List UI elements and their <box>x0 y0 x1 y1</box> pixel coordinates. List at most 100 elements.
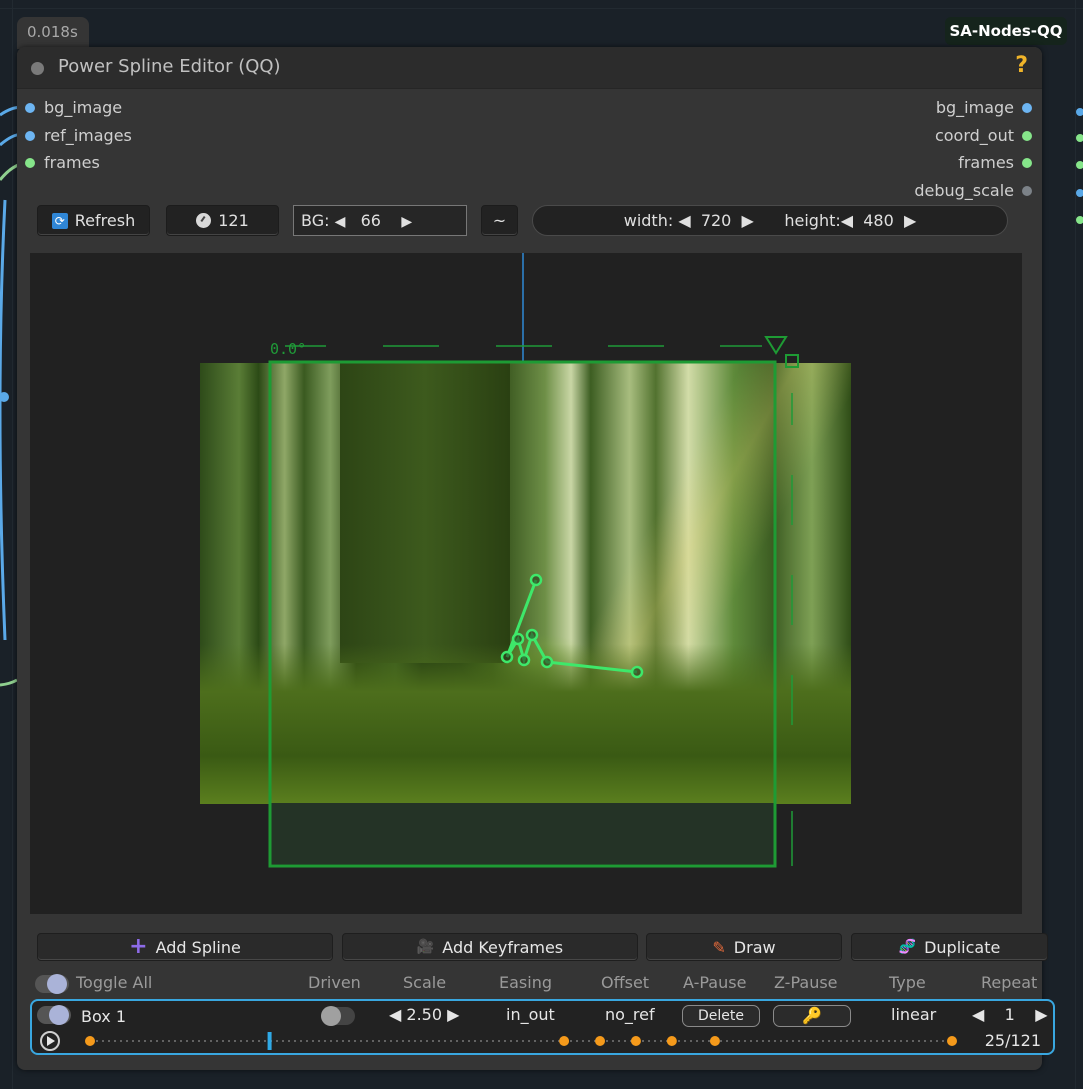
spline-control-point[interactable] <box>517 653 531 667</box>
spline-path[interactable] <box>500 573 644 679</box>
keyframe-marker[interactable] <box>85 1036 95 1046</box>
spline-canvas[interactable]: 0.0° <box>30 253 1022 914</box>
bg-value: 66 <box>360 211 381 230</box>
power-spline-editor-node[interactable]: Power Spline Editor (QQ) ? bg_image ref_… <box>17 47 1055 1070</box>
gauge-icon <box>196 213 212 228</box>
slot-dot-icon[interactable] <box>25 131 35 141</box>
refresh-icon: ⟳ <box>51 212 68 229</box>
spline-name[interactable]: Box 1 <box>81 1007 126 1026</box>
increment-arrow-icon[interactable]: ▶ <box>401 214 412 230</box>
tilde-button[interactable]: ~ <box>481 205 518 236</box>
draw-label: Draw <box>733 937 776 957</box>
playhead[interactable] <box>267 1032 272 1050</box>
height-increment-icon[interactable]: ▶ <box>904 211 916 230</box>
keyframe-marker[interactable] <box>709 1036 720 1046</box>
keyframe-marker[interactable] <box>666 1036 677 1046</box>
add-spline-label: Add Spline <box>155 937 241 957</box>
play-icon[interactable] <box>40 1031 60 1051</box>
delete-button[interactable]: Delete <box>682 1005 760 1027</box>
toggle-knob <box>47 974 67 994</box>
slot-label: bg_image <box>44 98 123 117</box>
spline-control-point[interactable] <box>500 650 514 664</box>
driven-header: Driven <box>308 973 361 992</box>
refresh-button[interactable]: ⟳ Refresh <box>37 205 150 236</box>
easing-header: Easing <box>499 973 552 992</box>
slot-dot-icon[interactable] <box>1022 131 1032 141</box>
width-increment-icon[interactable]: ▶ <box>742 211 754 230</box>
add-keyframes-button[interactable]: 🎥 Add Keyframes <box>342 933 638 961</box>
slot-dot-icon[interactable] <box>1022 186 1032 196</box>
frame-count-button[interactable]: 121 <box>166 205 279 236</box>
frame-count-value: 121 <box>218 211 249 230</box>
height-decrement-icon[interactable]: ◀ <box>841 211 853 230</box>
keyframe-marker[interactable] <box>630 1036 641 1046</box>
slot-dot-icon[interactable] <box>25 103 35 113</box>
camera-icon: 🎥 <box>416 939 435 955</box>
offset-select[interactable]: no_ref <box>605 1005 655 1024</box>
tilde-label: ~ <box>492 211 507 230</box>
spline-control-point[interactable] <box>529 573 543 587</box>
repeat-increment-icon[interactable]: ▶ <box>1035 1005 1047 1024</box>
execution-time-tab: 0.018s <box>17 17 89 49</box>
scale-value[interactable]: 2.50 <box>406 1005 442 1024</box>
input-slot-bg-image[interactable]: bg_image <box>25 98 122 118</box>
easing-select[interactable]: in_out <box>506 1005 555 1024</box>
driven-switch[interactable] <box>321 1006 355 1026</box>
node-header[interactable]: Power Spline Editor (QQ) ? <box>17 47 1042 89</box>
decrement-arrow-icon[interactable]: ◀ <box>335 214 346 230</box>
type-header: Type <box>889 973 926 992</box>
keyframe-button[interactable]: 🔑 <box>773 1005 851 1027</box>
output-slot-frames[interactable]: frames <box>958 153 1032 173</box>
output-slot-bg-image[interactable]: bg_image <box>936 98 1032 118</box>
add-spline-button[interactable]: + Add Spline <box>37 933 333 961</box>
slot-dot-icon[interactable] <box>1022 158 1032 168</box>
input-slot-frames[interactable]: frames <box>25 153 100 173</box>
toggle-all-switch[interactable] <box>35 974 69 994</box>
keyframe-marker[interactable] <box>595 1036 606 1046</box>
type-select[interactable]: linear <box>891 1005 936 1024</box>
bg-opacity-field[interactable]: BG: ◀ 66 ▶ <box>293 205 467 236</box>
width-value[interactable]: 720 <box>701 211 732 230</box>
spline-row[interactable]: Box 1 ◀ 2.50 ▶ in_out no_ref Delete 🔑 li… <box>30 999 1055 1055</box>
keyframe-marker[interactable] <box>559 1036 570 1046</box>
timeline-track[interactable] <box>82 1031 962 1051</box>
spline-control-point[interactable] <box>630 665 644 679</box>
key-icon: 🔑 <box>802 1006 822 1025</box>
rotate-handle-icon[interactable] <box>764 336 788 355</box>
height-label: height: <box>784 211 841 230</box>
dimensions-field[interactable]: width: ◀ 720 ▶ height:◀ 480 ▶ <box>532 205 1008 236</box>
bg-label: BG: <box>301 211 330 230</box>
repeat-control[interactable]: ◀ 1 ▶ <box>972 1005 1048 1024</box>
slot-dot-icon[interactable] <box>25 158 35 168</box>
slot-label: coord_out <box>934 126 1014 145</box>
collapse-dot[interactable] <box>31 62 44 75</box>
spline-control-point[interactable] <box>540 655 554 669</box>
spline-control-point[interactable] <box>511 632 525 646</box>
group-badge[interactable]: SA-Nodes-QQ <box>945 17 1067 45</box>
spline-control-point[interactable] <box>525 628 539 642</box>
help-icon[interactable]: ? <box>1015 53 1028 78</box>
duplicate-button[interactable]: 🧬 Duplicate <box>851 933 1048 961</box>
scale-handle[interactable] <box>785 354 799 368</box>
height-value[interactable]: 480 <box>863 211 894 230</box>
plus-icon: + <box>129 934 148 959</box>
spline-enable-switch[interactable] <box>37 1005 71 1025</box>
spline-overlay[interactable]: 0.0° <box>30 253 1022 914</box>
input-slot-ref-images[interactable]: ref_images <box>25 126 132 146</box>
slot-label: frames <box>44 153 100 172</box>
width-decrement-icon[interactable]: ◀ <box>678 211 690 230</box>
scale-increment-icon[interactable]: ▶ <box>447 1005 459 1024</box>
offset-header: Offset <box>601 973 650 992</box>
slot-dot-icon[interactable] <box>1022 103 1032 113</box>
output-slot-coord-out[interactable]: coord_out <box>935 126 1032 146</box>
draw-button[interactable]: ✎ Draw <box>646 933 842 961</box>
repeat-decrement-icon[interactable]: ◀ <box>972 1005 984 1024</box>
width-label: width: <box>623 211 674 230</box>
output-slot-debug-scale[interactable]: debug_scale <box>914 181 1032 201</box>
keyframe-marker[interactable] <box>947 1036 957 1046</box>
repeat-value[interactable]: 1 <box>1005 1005 1015 1024</box>
scale-control[interactable]: ◀ 2.50 ▶ <box>389 1005 459 1024</box>
pencil-icon: ✎ <box>712 937 726 957</box>
scale-header: Scale <box>403 973 447 992</box>
scale-decrement-icon[interactable]: ◀ <box>389 1005 401 1024</box>
